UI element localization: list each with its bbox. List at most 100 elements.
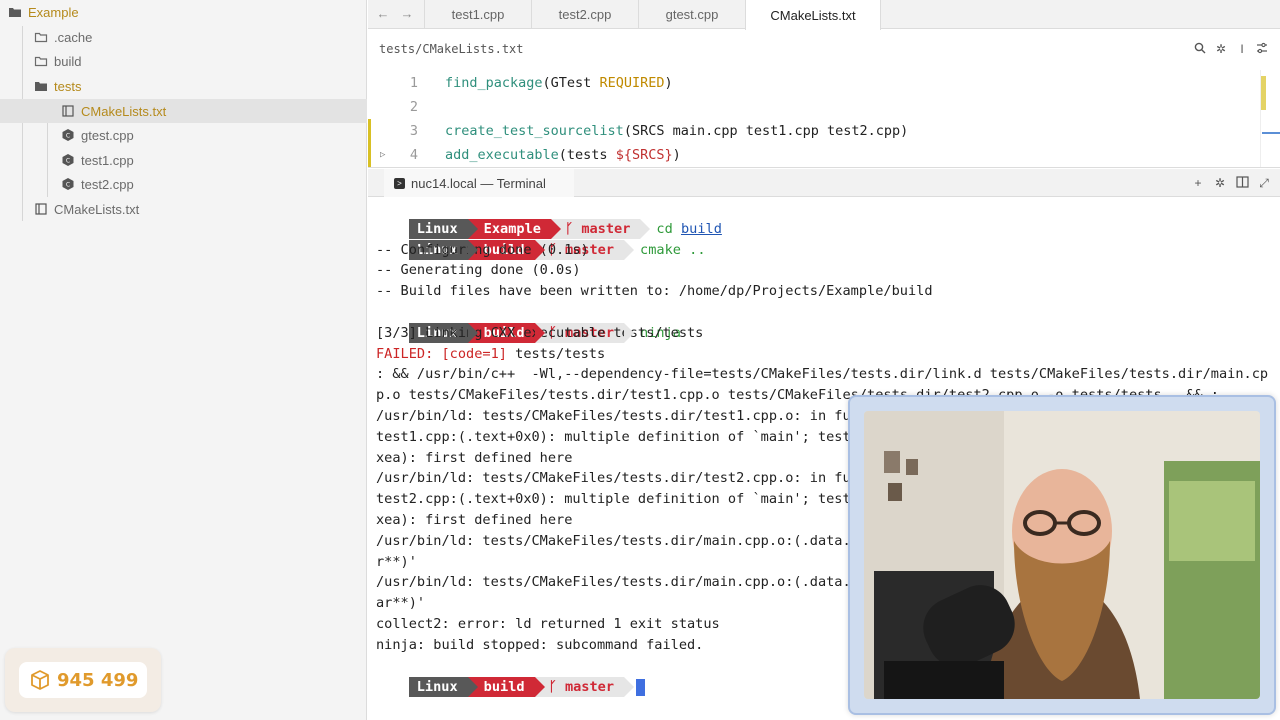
tab-cmakelists[interactable]: CMakeLists.txt [745,0,881,30]
prompt-os-segment: Linux [408,677,478,697]
tree-item-root-cmakelists[interactable]: CMakeLists.txt [0,197,367,221]
code-line[interactable]: 1 find_package(GTest REQUIRED) [368,71,1258,95]
tab-label: test1.cpp [451,7,505,22]
tree-item-gtest-cpp[interactable]: C gtest.cpp [0,123,367,147]
code-line[interactable]: ▷ 4 add_executable(tests ${SRCS}) [368,143,1258,167]
file-tree-sidebar: Example .cache build tests CMakeLists.tx… [0,0,367,720]
cpp-file-icon: C [61,153,75,167]
terminal-output-line: -- Build files have been written to: /ho… [376,283,933,299]
terminal-tab[interactable]: > nuc14.local — Terminal [384,169,574,197]
line-number: 4 [409,147,418,163]
tab-label: test2.cpp [558,7,612,22]
terminal-output-line: ninja: build stopped: subcommand failed. [376,637,704,653]
code-text: create_test_sourcelist(SRCS main.cpp tes… [445,123,909,139]
plus-icon[interactable]: + [1191,176,1205,190]
tab-test2-cpp[interactable]: test2.cpp [531,0,638,29]
tree-item-cache-folder[interactable]: .cache [0,25,367,49]
folder-icon [34,54,48,68]
terminal-prompt-line: Linux build ᚴ master ninja [376,302,681,343]
code-editor[interactable]: 1 find_package(GTest REQUIRED) 2 3 creat… [368,70,1280,168]
terminal-output-line: -- Configuring done (0.1s) [376,242,589,258]
tree-item-example-folder[interactable]: Example [0,0,367,24]
scrollbar-cursor-marker [1262,132,1280,134]
terminal-output-line: ar**)' [376,595,426,611]
tree-item-label: build [54,53,82,69]
fold-chevron-icon[interactable]: ▷ [380,143,385,167]
editor-tab-bar: ← → test1.cpp test2.cpp gtest.cpp CMakeL… [368,0,1280,30]
line-number: 1 [409,75,418,91]
breadcrumb[interactable]: tests/CMakeLists.txt [379,42,524,56]
cpp-file-icon: C [61,177,75,191]
breadcrumb-bar: tests/CMakeLists.txt ✲ I [368,30,1280,70]
subscriber-count: 945 499 [57,669,139,691]
package-box-icon [29,669,51,691]
webcam-video [864,411,1260,699]
tree-item-label: CMakeLists.txt [81,103,167,119]
git-modified-marker [368,119,371,143]
tree-item-label: test2.cpp [81,176,134,192]
tab-label: gtest.cpp [665,7,719,22]
forward-arrow-icon[interactable]: → [399,6,415,22]
svg-text:C: C [66,158,70,165]
tree-item-label: .cache [54,29,93,45]
tab-label: CMakeLists.txt [770,7,856,23]
maximize-icon[interactable]: ⤢ [1257,176,1271,190]
subscriber-badge: 945 499 [5,648,161,712]
cpp-file-icon: C [61,128,75,142]
tree-item-label: tests [54,78,82,94]
terminal-tab-title: nuc14.local — Terminal [411,175,546,191]
tree-item-test1-cpp[interactable]: C test1.cpp [0,148,367,172]
sparkle-icon[interactable]: ✲ [1213,176,1227,190]
terminal-output-line: /usr/bin/ld: tests/CMakeFiles/tests.dir/… [376,574,859,590]
back-arrow-icon[interactable]: ← [375,6,391,22]
tree-item-label: CMakeLists.txt [54,201,140,217]
text-cursor-icon[interactable]: I [1235,42,1249,56]
sparkle-icon[interactable]: ✲ [1214,42,1228,56]
tab-gtest-cpp[interactable]: gtest.cpp [638,0,745,29]
prompt-git-segment: ᚴ master [534,677,635,697]
tab-test1-cpp[interactable]: test1.cpp [424,0,531,29]
folder-open-icon [8,5,22,19]
failed-label: FAILED: [code=1] [376,346,507,362]
terminal-output-line: -- Generating done (0.0s) [376,262,581,278]
terminal-failed-line: FAILED: [code=1] tests/tests [376,346,606,362]
terminal-output-line: r**)' [376,554,417,570]
tree-item-test2-cpp[interactable]: C test2.cpp [0,172,367,196]
tree-item-label: gtest.cpp [81,127,134,143]
code-line[interactable]: 3 create_test_sourcelist(SRCS main.cpp t… [368,119,1258,143]
terminal-cursor[interactable] [636,678,646,696]
code-text: find_package(GTest REQUIRED) [445,75,673,91]
terminal-output-line: /usr/bin/ld: tests/CMakeFiles/tests.dir/… [376,533,859,549]
tree-item-tests-cmakelists[interactable]: CMakeLists.txt [0,99,367,123]
webcam-overlay [848,395,1276,715]
settings-sliders-icon[interactable] [1255,42,1269,56]
terminal-output-line: collect2: error: ld returned 1 exit stat… [376,616,720,632]
command-arg: .. [689,242,706,258]
folder-icon [34,30,48,44]
svg-text:C: C [66,182,70,189]
code-line[interactable]: 2 [368,95,1258,119]
tree-item-tests-folder[interactable]: tests [0,74,367,98]
terminal-output-line: /usr/bin/ld: tests/CMakeFiles/tests.dir/… [376,408,859,424]
search-icon[interactable] [1193,42,1207,56]
tree-item-build-folder[interactable]: build [0,49,367,73]
split-pane-icon[interactable] [1235,176,1249,190]
line-number: 3 [409,123,418,139]
git-branch-icon: ᚴ [548,679,557,695]
terminal-output-line: test1.cpp:(.text+0x0): multiple definiti… [376,429,859,445]
terminal-output-line: xea): first defined here [376,512,573,528]
prompt-dir-segment: build [467,677,545,697]
folder-open-icon [34,79,48,93]
terminal-header: > nuc14.local — Terminal + ✲ ⤢ [368,169,1280,197]
terminal-prompt-line: Linux build ᚴ master [376,656,646,697]
book-file-icon [34,202,48,216]
terminal-icon: > [394,177,405,189]
command-text: cmake [640,242,681,258]
terminal-output-line: : && /usr/bin/c++ -Wl,--dependency-file=… [376,366,1269,382]
terminal-output-line: test2.cpp:(.text+0x0): multiple definiti… [376,491,859,507]
scrollbar-change-marker [1261,76,1266,110]
book-file-icon [61,104,75,118]
terminal-output-line: /usr/bin/ld: tests/CMakeFiles/tests.dir/… [376,470,859,486]
code-text: add_executable(tests ${SRCS}) [445,147,681,163]
terminal-prompt-line: Linux Example ᚴ master cd build [376,198,722,239]
